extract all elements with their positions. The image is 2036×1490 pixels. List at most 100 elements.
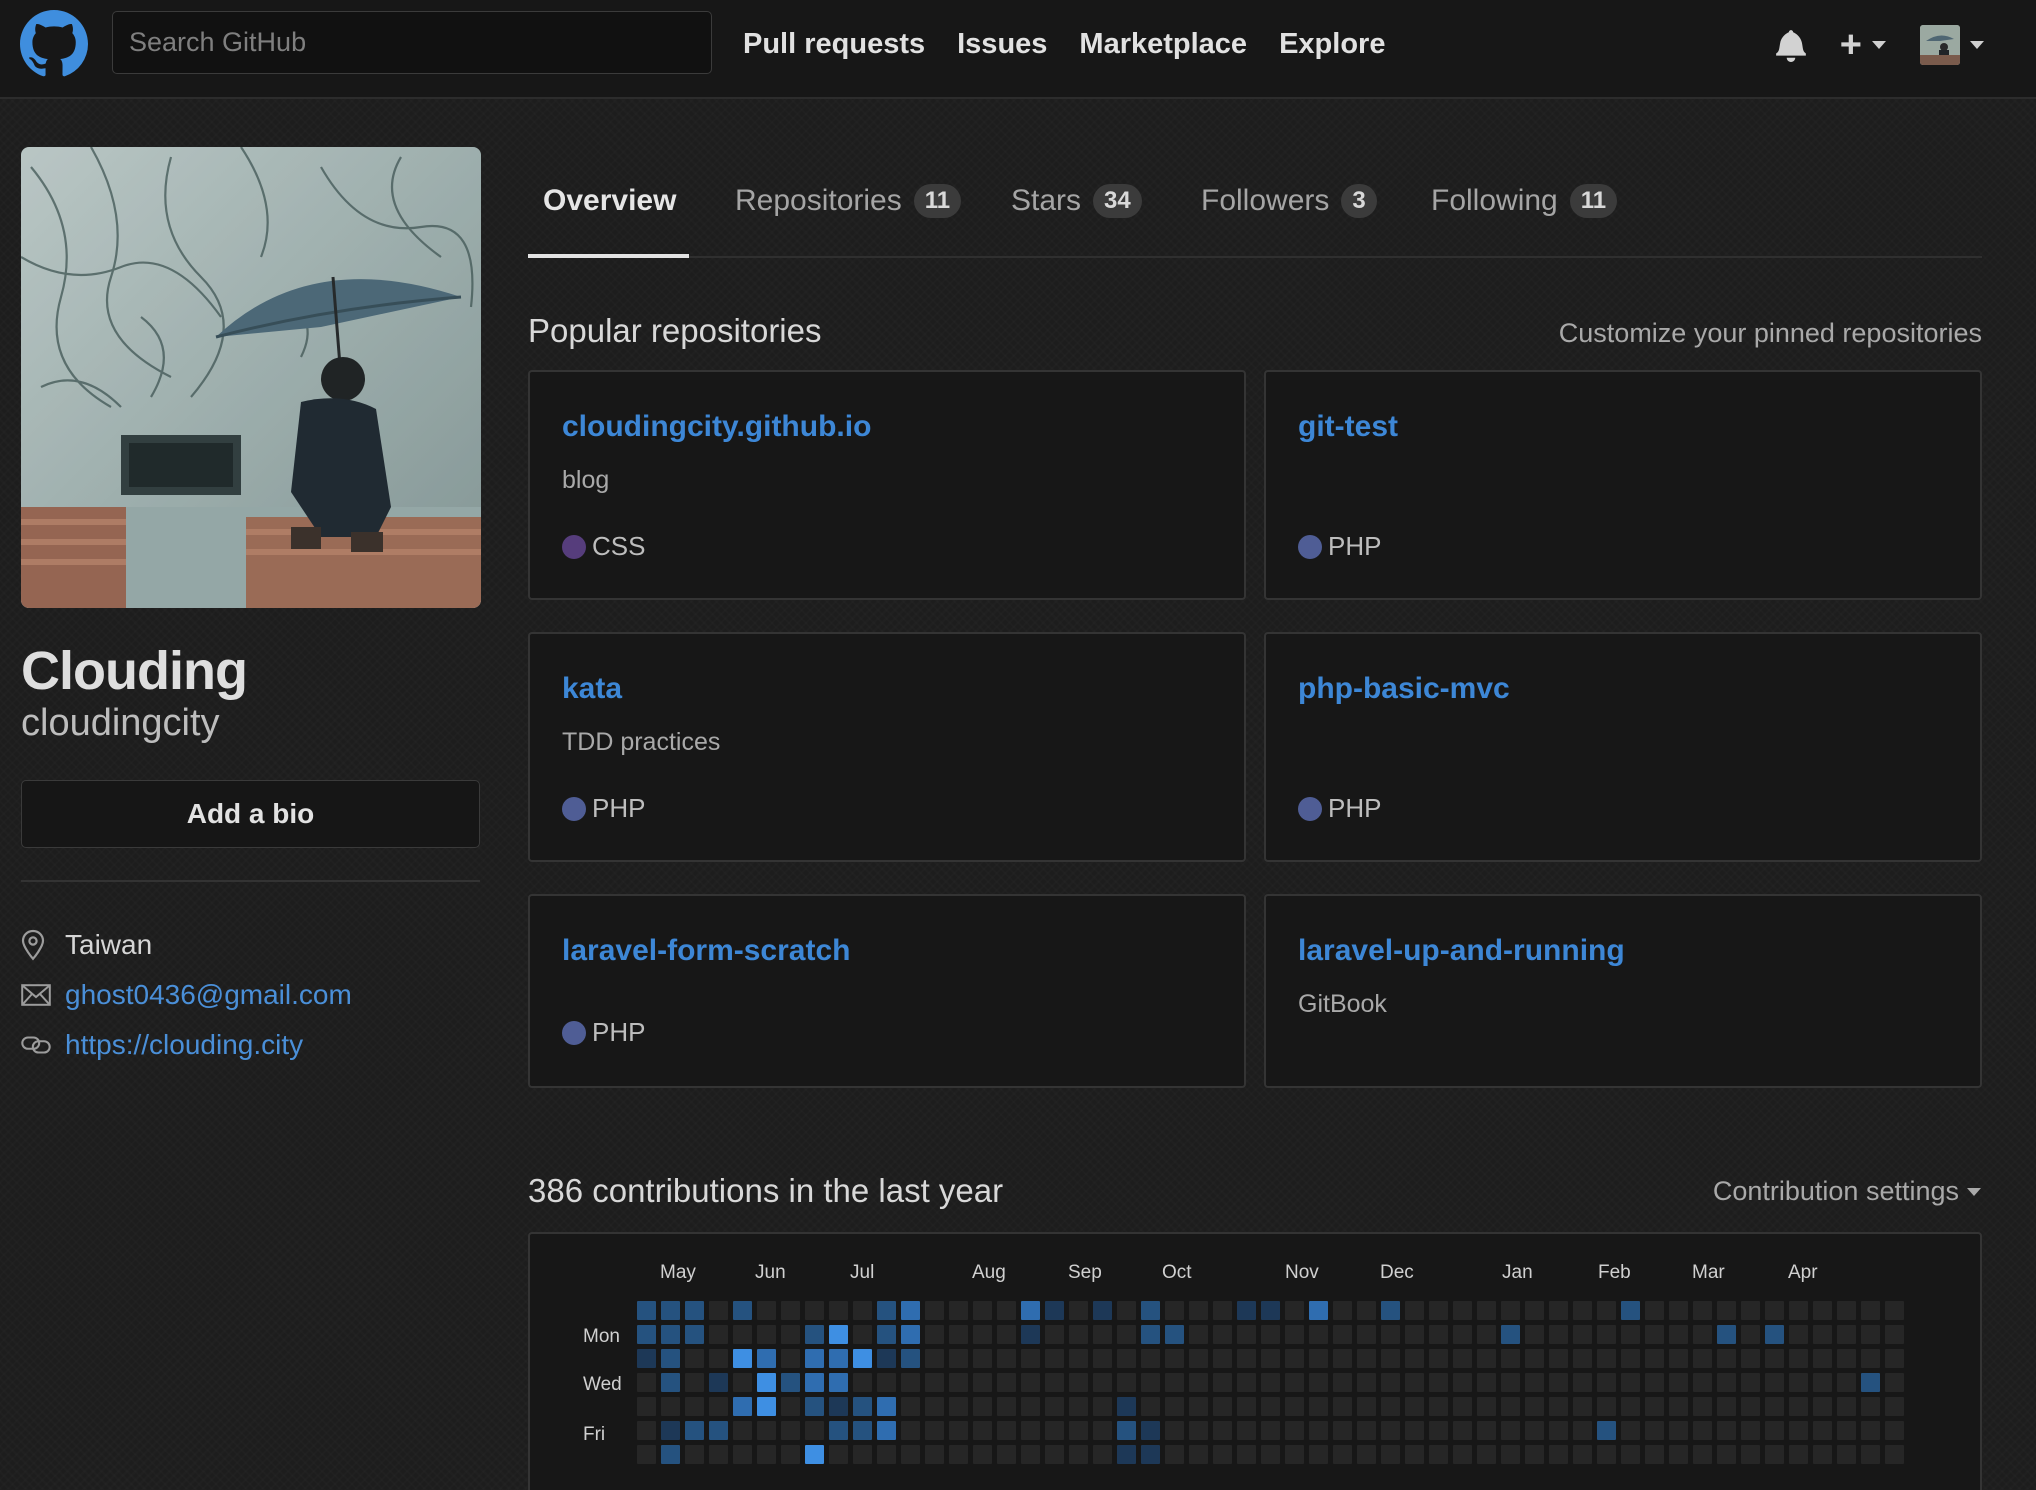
contribution-day-cell[interactable] [1693, 1301, 1712, 1320]
contribution-day-cell[interactable] [997, 1397, 1016, 1416]
contribution-day-cell[interactable] [901, 1325, 920, 1344]
contribution-day-cell[interactable] [1285, 1397, 1304, 1416]
tab-following[interactable]: Following 11 [1431, 184, 1618, 218]
contribution-day-cell[interactable] [1765, 1445, 1784, 1464]
contribution-day-cell[interactable] [1717, 1445, 1736, 1464]
contribution-day-cell[interactable] [1813, 1373, 1832, 1392]
contribution-day-cell[interactable] [1789, 1325, 1808, 1344]
contribution-day-cell[interactable] [1141, 1397, 1160, 1416]
contribution-day-cell[interactable] [1813, 1325, 1832, 1344]
contribution-day-cell[interactable] [1549, 1445, 1568, 1464]
contribution-day-cell[interactable] [1885, 1445, 1904, 1464]
contribution-day-cell[interactable] [661, 1325, 680, 1344]
profile-photo[interactable] [21, 147, 481, 608]
contribution-day-cell[interactable] [709, 1445, 728, 1464]
contribution-day-cell[interactable] [853, 1373, 872, 1392]
contribution-day-cell[interactable] [1837, 1373, 1856, 1392]
contribution-day-cell[interactable] [661, 1397, 680, 1416]
contribution-day-cell[interactable] [1069, 1421, 1088, 1440]
contribution-day-cell[interactable] [1885, 1301, 1904, 1320]
contribution-day-cell[interactable] [1309, 1421, 1328, 1440]
repo-name-link[interactable]: kata [562, 672, 622, 706]
contribution-day-cell[interactable] [1645, 1325, 1664, 1344]
contribution-day-cell[interactable] [1789, 1301, 1808, 1320]
contribution-settings-dropdown[interactable]: Contribution settings [1713, 1176, 1981, 1207]
contribution-day-cell[interactable] [1093, 1349, 1112, 1368]
nav-marketplace[interactable]: Marketplace [1079, 28, 1247, 61]
contribution-day-cell[interactable] [1213, 1397, 1232, 1416]
contribution-day-cell[interactable] [1309, 1445, 1328, 1464]
contribution-day-cell[interactable] [1429, 1373, 1448, 1392]
contribution-day-cell[interactable] [1213, 1349, 1232, 1368]
contribution-day-cell[interactable] [1621, 1301, 1640, 1320]
contribution-day-cell[interactable] [1525, 1301, 1544, 1320]
contribution-day-cell[interactable] [1573, 1421, 1592, 1440]
contribution-day-cell[interactable] [1165, 1373, 1184, 1392]
contribution-day-cell[interactable] [1621, 1373, 1640, 1392]
contribution-day-cell[interactable] [1333, 1445, 1352, 1464]
contribution-day-cell[interactable] [1405, 1397, 1424, 1416]
contribution-day-cell[interactable] [733, 1349, 752, 1368]
contribution-day-cell[interactable] [661, 1301, 680, 1320]
contribution-day-cell[interactable] [1117, 1373, 1136, 1392]
contribution-day-cell[interactable] [805, 1301, 824, 1320]
contribution-day-cell[interactable] [1573, 1397, 1592, 1416]
contribution-day-cell[interactable] [1429, 1349, 1448, 1368]
contribution-day-cell[interactable] [829, 1445, 848, 1464]
repo-name-link[interactable]: laravel-up-and-running [1298, 934, 1625, 968]
contribution-day-cell[interactable] [805, 1325, 824, 1344]
contribution-day-cell[interactable] [1285, 1445, 1304, 1464]
contribution-day-cell[interactable] [1093, 1373, 1112, 1392]
contribution-day-cell[interactable] [997, 1301, 1016, 1320]
contribution-day-cell[interactable] [781, 1325, 800, 1344]
contribution-day-cell[interactable] [1453, 1325, 1472, 1344]
contribution-day-cell[interactable] [1309, 1373, 1328, 1392]
contribution-day-cell[interactable] [1165, 1349, 1184, 1368]
contribution-day-cell[interactable] [1645, 1397, 1664, 1416]
contribution-day-cell[interactable] [1189, 1397, 1208, 1416]
contribution-day-cell[interactable] [1717, 1373, 1736, 1392]
contribution-day-cell[interactable] [1357, 1349, 1376, 1368]
contribution-day-cell[interactable] [1837, 1349, 1856, 1368]
contribution-day-cell[interactable] [1141, 1325, 1160, 1344]
contribution-day-cell[interactable] [1765, 1301, 1784, 1320]
contribution-day-cell[interactable] [1093, 1325, 1112, 1344]
contribution-day-cell[interactable] [1333, 1421, 1352, 1440]
contribution-day-cell[interactable] [997, 1421, 1016, 1440]
contribution-day-cell[interactable] [1573, 1373, 1592, 1392]
contribution-day-cell[interactable] [1501, 1349, 1520, 1368]
contribution-day-cell[interactable] [949, 1349, 968, 1368]
contribution-day-cell[interactable] [829, 1325, 848, 1344]
contribution-day-cell[interactable] [1789, 1397, 1808, 1416]
contribution-day-cell[interactable] [1381, 1445, 1400, 1464]
contribution-day-cell[interactable] [1717, 1349, 1736, 1368]
contribution-day-cell[interactable] [1477, 1325, 1496, 1344]
contribution-day-cell[interactable] [1453, 1301, 1472, 1320]
contribution-day-cell[interactable] [1117, 1397, 1136, 1416]
contribution-day-cell[interactable] [1669, 1325, 1688, 1344]
contribution-day-cell[interactable] [1813, 1421, 1832, 1440]
contribution-day-cell[interactable] [1621, 1421, 1640, 1440]
contribution-day-cell[interactable] [997, 1325, 1016, 1344]
contribution-day-cell[interactable] [1789, 1373, 1808, 1392]
contribution-day-cell[interactable] [1237, 1325, 1256, 1344]
contribution-day-cell[interactable] [1717, 1397, 1736, 1416]
contribution-day-cell[interactable] [1741, 1325, 1760, 1344]
contribution-day-cell[interactable] [1045, 1445, 1064, 1464]
contribution-day-cell[interactable] [781, 1301, 800, 1320]
contribution-day-cell[interactable] [757, 1445, 776, 1464]
contribution-day-cell[interactable] [973, 1421, 992, 1440]
contribution-day-cell[interactable] [1525, 1421, 1544, 1440]
contribution-day-cell[interactable] [1837, 1421, 1856, 1440]
customize-pinned-link[interactable]: Customize your pinned repositories [1559, 318, 1982, 349]
contribution-day-cell[interactable] [1597, 1373, 1616, 1392]
contribution-day-cell[interactable] [1597, 1349, 1616, 1368]
contribution-day-cell[interactable] [1045, 1349, 1064, 1368]
contribution-day-cell[interactable] [1261, 1301, 1280, 1320]
contribution-day-cell[interactable] [661, 1349, 680, 1368]
contribution-day-cell[interactable] [925, 1325, 944, 1344]
contribution-day-cell[interactable] [1213, 1421, 1232, 1440]
contribution-day-cell[interactable] [1741, 1421, 1760, 1440]
contribution-day-cell[interactable] [757, 1325, 776, 1344]
contribution-day-cell[interactable] [1477, 1373, 1496, 1392]
